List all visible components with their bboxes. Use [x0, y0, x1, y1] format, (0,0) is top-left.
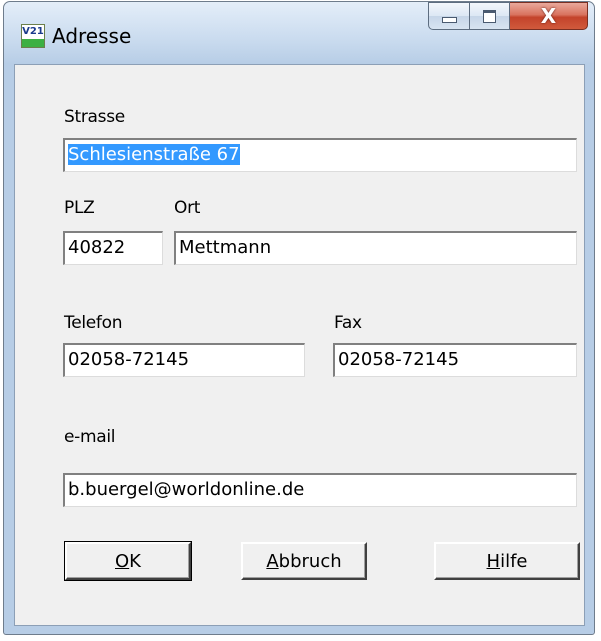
abbruch-mnemonic: A — [266, 550, 279, 572]
close-icon: X — [540, 4, 557, 28]
strasse-input[interactable]: Schlesienstraße 67 — [63, 138, 577, 172]
ort-value: Mettmann — [179, 237, 272, 258]
title-bar[interactable]: V21 Adresse X — [4, 2, 594, 64]
minimize-icon — [441, 17, 457, 23]
v21-app-icon[interactable]: V21 — [21, 24, 45, 48]
minimize-button[interactable] — [428, 2, 470, 30]
email-value: b.buergel@worldonline.de — [68, 479, 305, 500]
fax-value: 02058-72145 — [338, 349, 460, 370]
fax-input[interactable]: 02058-72145 — [333, 343, 577, 377]
maximize-icon — [483, 9, 496, 23]
email-label: e-mail — [64, 427, 116, 447]
telefon-label: Telefon — [64, 313, 123, 333]
fax-label: Fax — [334, 313, 362, 333]
ort-label: Ort — [174, 198, 201, 218]
caption-buttons: X — [428, 2, 588, 30]
abbruch-label-rest: bbruch — [278, 550, 342, 572]
app-icon-stripe — [22, 39, 44, 47]
abbruch-button[interactable]: Abbruch — [241, 542, 367, 580]
plz-input[interactable]: 40822 — [63, 231, 163, 265]
email-input[interactable]: b.buergel@worldonline.de — [63, 473, 577, 507]
window-title: Adresse — [52, 24, 132, 48]
strasse-value: Schlesienstraße 67 — [68, 144, 240, 165]
close-button[interactable]: X — [510, 2, 588, 30]
ort-input[interactable]: Mettmann — [174, 231, 577, 265]
strasse-label: Strasse — [64, 107, 125, 127]
ok-button[interactable]: OK — [64, 541, 192, 581]
app-icon-text: V21 — [22, 26, 44, 37]
hilfe-label-rest: ilfe — [500, 550, 528, 572]
plz-label: PLZ — [64, 198, 95, 218]
dialog-body: Strasse Schlesienstraße 67 PLZ Ort 40822… — [14, 64, 585, 626]
adresse-dialog: V21 Adresse X Strasse Schlesienstraße 67… — [3, 1, 595, 635]
ok-mnemonic: O — [115, 550, 130, 572]
hilfe-mnemonic: H — [486, 550, 501, 572]
telefon-input[interactable]: 02058-72145 — [63, 343, 305, 377]
plz-value: 40822 — [68, 237, 126, 258]
maximize-button[interactable] — [470, 2, 510, 30]
telefon-value: 02058-72145 — [68, 349, 190, 370]
hilfe-button[interactable]: Hilfe — [434, 542, 580, 580]
ok-label-rest: K — [129, 550, 141, 572]
